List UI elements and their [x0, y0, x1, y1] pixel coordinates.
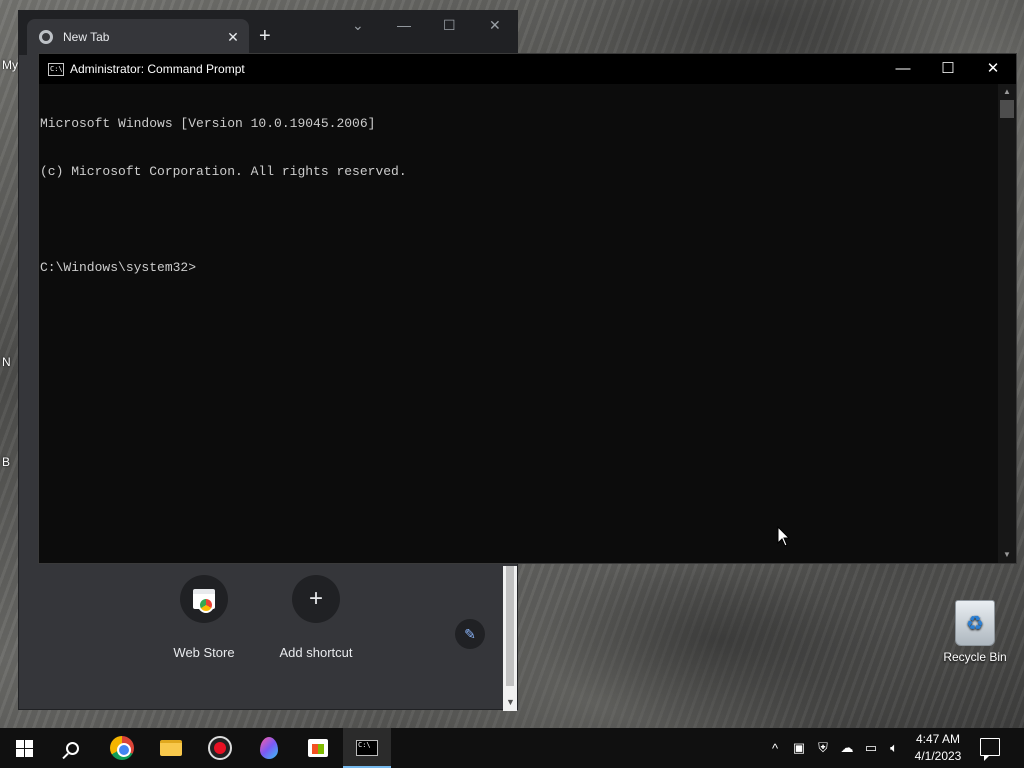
shortcut-web-store[interactable]: Web Store — [154, 575, 254, 660]
tray-security[interactable]: ⛨ — [813, 728, 833, 768]
show-hidden-icons-button[interactable]: ^ — [765, 728, 785, 768]
windows-logo-icon — [15, 739, 33, 757]
desktop-icon-label-partial[interactable]: My — [2, 58, 18, 72]
screen-recorder-icon — [208, 736, 232, 760]
desktop-icon-label-partial[interactable]: B — [2, 455, 10, 469]
chrome-minimize-button[interactable]: — — [397, 17, 411, 33]
camera-tray-icon: ▣ — [792, 740, 806, 755]
chrome-favicon-icon — [39, 30, 53, 44]
file-explorer-icon — [160, 740, 182, 756]
scroll-up-arrow-icon[interactable]: ▲ — [998, 84, 1016, 100]
cmd-window-icon: C:\ — [48, 62, 64, 76]
taskbar-chrome[interactable] — [98, 728, 146, 768]
chrome-close-button[interactable]: ✕ — [489, 17, 501, 34]
clock-time: 4:47 AM — [915, 732, 961, 746]
chevron-up-icon: ^ — [771, 740, 779, 756]
scroll-down-arrow-icon[interactable]: ▼ — [506, 697, 515, 707]
plus-icon: + — [292, 575, 340, 623]
taskbar-screen-recorder[interactable] — [196, 728, 244, 768]
tray-meet-now[interactable]: ▣ — [789, 728, 809, 768]
notification-center-icon[interactable] — [980, 738, 1000, 761]
taskbar: C:\ ^ ▣ ⛨ ☁ ▭ 🔈︎ 4:47 AM 4/1/2023 — [0, 728, 1024, 768]
paint-icon — [260, 737, 278, 759]
cmd-close-button[interactable]: ✕ — [970, 54, 1016, 84]
desktop-icon-label-partial[interactable]: N — [2, 355, 11, 369]
shortcut-add[interactable]: + Add shortcut — [266, 575, 366, 660]
tray-volume[interactable]: 🔈︎ — [884, 728, 904, 768]
cmd-console-output[interactable]: Microsoft Windows [Version 10.0.19045.20… — [39, 84, 998, 563]
speaker-icon: 🔈︎ — [890, 740, 898, 755]
taskbar-file-explorer[interactable] — [147, 728, 195, 768]
console-line: Microsoft Windows [Version 10.0.19045.20… — [40, 116, 376, 131]
chrome-tab-strip: New Tab ✕ + ⌄ — ☐ ✕ — [19, 11, 517, 55]
recycle-bin-icon — [955, 600, 995, 646]
cloud-offline-icon: ☁ — [840, 740, 854, 755]
tab-close-icon[interactable]: ✕ — [223, 27, 243, 47]
search-icon — [65, 741, 79, 755]
cmd-scrollbar[interactable]: ▲ ▼ — [998, 84, 1016, 563]
taskbar-paint[interactable] — [245, 728, 293, 768]
cmd-maximize-button[interactable]: ☐ — [925, 54, 971, 84]
tray-network[interactable]: ▭ — [861, 728, 881, 768]
microsoft-store-icon — [308, 739, 328, 757]
tab-title: New Tab — [63, 30, 110, 44]
web-store-icon — [180, 575, 228, 623]
shortcut-label: Web Store — [173, 645, 235, 660]
tab-search-chevron-icon[interactable]: ⌄ — [352, 17, 364, 34]
new-tab-button[interactable]: + — [259, 25, 271, 48]
shield-icon: ⛨ — [818, 740, 828, 755]
taskbar-microsoft-store[interactable] — [294, 728, 342, 768]
recycle-bin-label: Recycle Bin — [943, 650, 1007, 664]
start-button[interactable] — [0, 728, 48, 768]
chrome-scrollbar[interactable]: ▼ — [503, 566, 517, 711]
scroll-down-arrow-icon[interactable]: ▼ — [998, 547, 1016, 563]
tray-onedrive[interactable]: ☁ — [837, 728, 857, 768]
shortcut-label: Add shortcut — [279, 645, 353, 660]
taskbar-clock[interactable]: 4:47 AM 4/1/2023 — [908, 731, 968, 765]
cmd-window-title: Administrator: Command Prompt — [70, 62, 245, 76]
command-prompt-window[interactable]: C:\ Administrator: Command Prompt — ☐ ✕ … — [38, 53, 1017, 564]
console-prompt[interactable]: C:\Windows\system32> — [40, 260, 998, 276]
scrollbar-thumb[interactable] — [1000, 100, 1014, 118]
chrome-icon — [110, 736, 134, 760]
network-icon: ▭ — [864, 740, 878, 755]
cmd-minimize-button[interactable]: — — [880, 54, 926, 84]
scrollbar-thumb[interactable] — [506, 566, 514, 686]
recycle-bin-shortcut[interactable]: Recycle Bin — [936, 600, 1014, 664]
chrome-tab-new-tab[interactable]: New Tab ✕ — [27, 19, 249, 55]
clock-date: 4/1/2023 — [914, 749, 962, 763]
search-button[interactable] — [48, 728, 96, 768]
command-prompt-icon: C:\ — [356, 740, 378, 756]
customize-pencil-icon[interactable]: ✎ — [455, 619, 485, 649]
cmd-title-bar[interactable]: C:\ Administrator: Command Prompt — ☐ ✕ — [39, 54, 1016, 84]
taskbar-command-prompt[interactable]: C:\ — [343, 728, 391, 768]
chrome-maximize-button[interactable]: ☐ — [443, 17, 456, 34]
console-line: (c) Microsoft Corporation. All rights re… — [40, 164, 407, 179]
